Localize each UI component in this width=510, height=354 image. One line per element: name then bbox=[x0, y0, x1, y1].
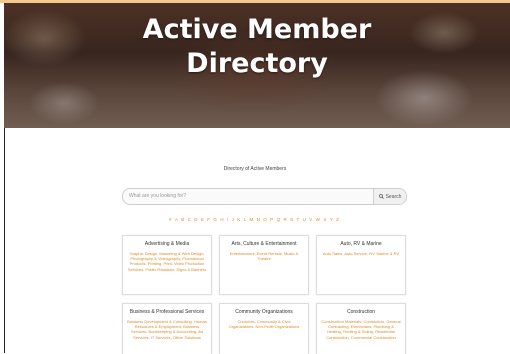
alpha-link[interactable]: Q bbox=[277, 217, 283, 222]
category-card-arts-culture[interactable]: Arts, Culture & Entertainment Entertainm… bbox=[219, 235, 309, 295]
search-button-label: Search bbox=[385, 193, 402, 200]
alpha-link[interactable]: T bbox=[297, 217, 302, 222]
alpha-link[interactable]: V bbox=[309, 217, 314, 222]
category-card-business-professional[interactable]: Business & Professional Services Busines… bbox=[122, 303, 212, 354]
search-bar: Search bbox=[122, 188, 407, 205]
search-input[interactable] bbox=[129, 191, 369, 201]
category-card-community-organizations[interactable]: Community Organizations Churches, Commun… bbox=[219, 303, 309, 354]
category-card-advertising-media[interactable]: Advertising & Media Graphic Design, Mark… bbox=[122, 235, 212, 295]
category-subcategories[interactable]: Entertainment, Event Rentals, Music & Th… bbox=[224, 251, 304, 261]
alpha-link[interactable]: J bbox=[232, 217, 236, 222]
alpha-link[interactable]: X bbox=[323, 217, 328, 222]
alpha-link[interactable]: # bbox=[169, 217, 174, 222]
category-subcategories[interactable]: Graphic Design, Marketing & Web Design, … bbox=[127, 251, 207, 272]
alpha-link[interactable]: L bbox=[244, 217, 249, 222]
search-button[interactable]: Search bbox=[373, 189, 406, 204]
page-title: Active Member Directory bbox=[142, 14, 372, 79]
alpha-link[interactable]: U bbox=[303, 217, 308, 222]
alpha-link[interactable]: O bbox=[263, 217, 269, 222]
category-title[interactable]: Business & Professional Services bbox=[123, 304, 211, 315]
hero-banner: Active Member Directory bbox=[4, 3, 510, 128]
alpha-link[interactable]: M bbox=[250, 217, 256, 222]
category-title[interactable]: Arts, Culture & Entertainment bbox=[220, 236, 308, 247]
category-title[interactable]: Auto, RV & Marine bbox=[317, 236, 405, 247]
alphabet-filter: #ABCDEFGHIJKLMNOPQRSTUVWXYZ bbox=[0, 217, 510, 222]
alpha-link[interactable]: D bbox=[194, 217, 199, 222]
alpha-link[interactable]: F bbox=[207, 217, 212, 222]
directory-intro: Directory of Active Members bbox=[223, 166, 287, 172]
alpha-link[interactable]: Y bbox=[330, 217, 335, 222]
category-card-auto-rv-marine[interactable]: Auto, RV & Marine Auto Sales, Auto Servi… bbox=[316, 235, 406, 295]
alpha-link[interactable]: R bbox=[283, 217, 288, 222]
alpha-link[interactable]: H bbox=[220, 217, 225, 222]
alpha-link[interactable]: K bbox=[237, 217, 242, 222]
category-subcategories[interactable]: Business Development & Consulting, Human… bbox=[127, 319, 207, 340]
category-title[interactable]: Construction bbox=[317, 304, 405, 315]
left-divider bbox=[4, 128, 5, 353]
category-subcategories[interactable]: Construction Materials, Contractors, Gen… bbox=[321, 319, 401, 340]
alpha-link[interactable]: W bbox=[316, 217, 322, 222]
alpha-link[interactable]: S bbox=[290, 217, 295, 222]
alpha-link[interactable]: B bbox=[181, 217, 186, 222]
category-title[interactable]: Advertising & Media bbox=[123, 236, 211, 247]
alpha-link[interactable]: C bbox=[188, 217, 193, 222]
category-subcategories[interactable]: Churches, Community & Civic Organization… bbox=[224, 319, 304, 329]
alpha-link[interactable]: A bbox=[175, 217, 180, 222]
alpha-link[interactable]: Z bbox=[336, 217, 341, 222]
category-card-construction[interactable]: Construction Construction Materials, Con… bbox=[316, 303, 406, 354]
alpha-link[interactable]: E bbox=[201, 217, 206, 222]
alpha-link[interactable]: I bbox=[227, 217, 230, 222]
category-title[interactable]: Community Organizations bbox=[220, 304, 308, 315]
alpha-link[interactable]: P bbox=[270, 217, 275, 222]
search-icon bbox=[378, 194, 384, 199]
category-subcategories[interactable]: Auto Sales, Auto Service, RV, Marine & R… bbox=[321, 251, 401, 256]
alpha-link[interactable]: G bbox=[213, 217, 219, 222]
alpha-link[interactable]: N bbox=[257, 217, 262, 222]
